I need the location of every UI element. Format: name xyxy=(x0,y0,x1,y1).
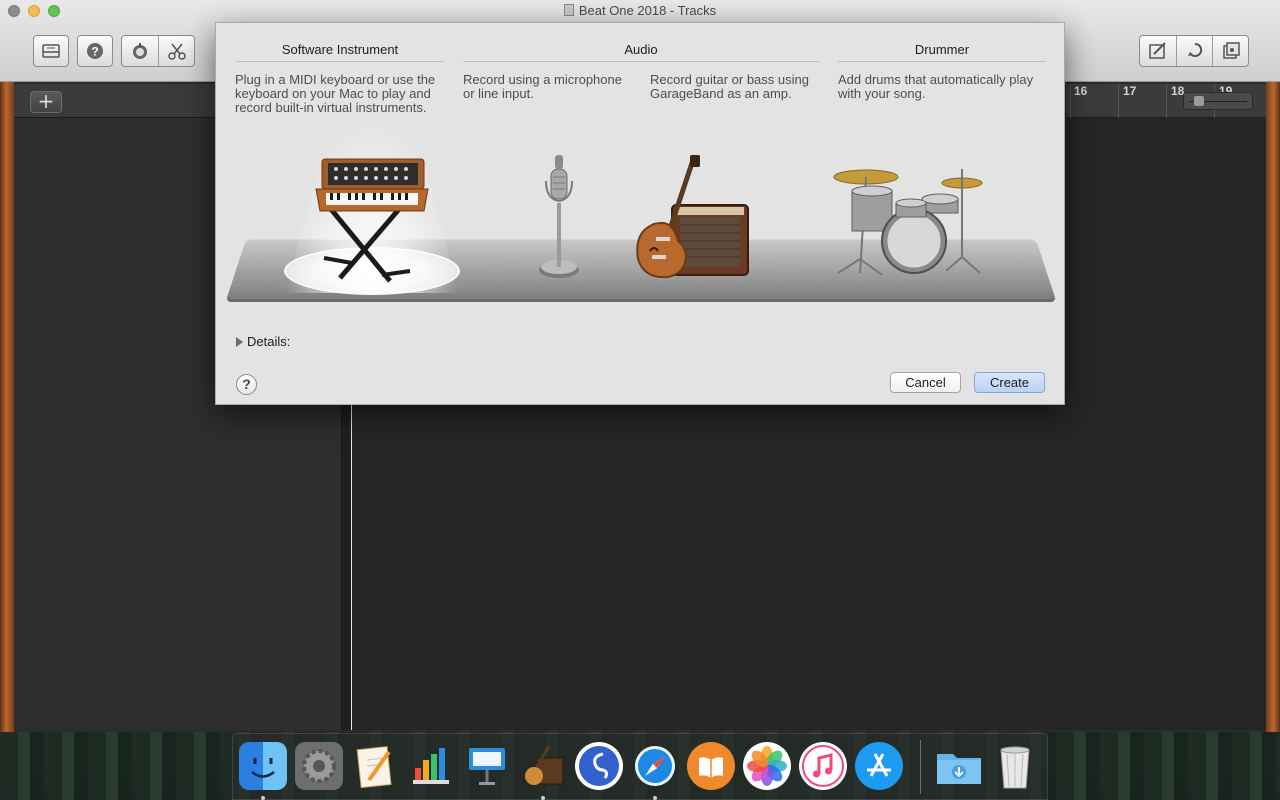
dock-itunes[interactable] xyxy=(799,742,847,790)
notepad-icon xyxy=(1149,42,1166,59)
running-indicator xyxy=(261,796,265,800)
keynote-icon xyxy=(469,748,505,785)
add-track-button[interactable]: + xyxy=(30,91,62,113)
dock-safari[interactable] xyxy=(631,742,679,790)
ruler-tick xyxy=(1166,84,1167,118)
library-icon xyxy=(42,44,60,58)
dock xyxy=(232,733,1048,800)
gear-icon xyxy=(302,749,336,783)
zoom-slider[interactable] xyxy=(1183,92,1253,110)
editors-button[interactable] xyxy=(158,36,194,66)
control-group xyxy=(121,35,195,67)
dock-downloads-folder[interactable] xyxy=(935,742,983,790)
disclosure-triangle-icon xyxy=(236,336,243,347)
playhead[interactable] xyxy=(351,400,352,730)
dock-numbers[interactable] xyxy=(407,742,455,790)
numbers-icon xyxy=(413,748,449,784)
dock-app-store[interactable] xyxy=(855,742,903,790)
column-divider xyxy=(236,61,444,62)
scissors-icon xyxy=(167,43,186,60)
loop-icon xyxy=(1187,42,1202,57)
right-control-group xyxy=(1139,35,1249,67)
cancel-button[interactable]: Cancel xyxy=(890,372,961,393)
safari-icon xyxy=(635,746,675,786)
drummer-heading: Drummer xyxy=(914,42,970,57)
photos-icon xyxy=(747,746,787,786)
dock-pages[interactable] xyxy=(351,742,399,790)
finder-icon xyxy=(251,758,275,778)
software-instrument-description: Plug in a MIDI keyboard or use the keybo… xyxy=(235,72,436,115)
library-button[interactable] xyxy=(33,35,69,67)
document-icon xyxy=(563,4,574,16)
drum-kit-icon xyxy=(833,169,983,276)
dock-photos[interactable] xyxy=(743,742,791,790)
dock-system-preferences[interactable] xyxy=(295,742,343,790)
dock-garageband[interactable] xyxy=(519,742,567,790)
software-instrument-heading: Software Instrument xyxy=(281,42,399,57)
downloads-folder-icon xyxy=(937,754,981,784)
audio-heading: Audio xyxy=(624,42,658,57)
column-divider xyxy=(463,61,819,62)
ruler-tick xyxy=(1118,84,1119,118)
dock-keynote[interactable] xyxy=(463,742,511,790)
help-toolbar-button[interactable]: ? xyxy=(77,35,113,67)
microphone-option[interactable] xyxy=(534,153,584,288)
running-indicator xyxy=(541,796,545,800)
window-title: Beat One 2018 - Tracks xyxy=(578,3,717,18)
ruler-bar-17: 17 xyxy=(1123,84,1137,98)
software-instrument-option[interactable] xyxy=(312,153,432,293)
loop-browser-button[interactable] xyxy=(1176,36,1212,66)
guitar-amp-option[interactable] xyxy=(632,155,752,290)
ruler-bar-16: 16 xyxy=(1074,84,1088,98)
note-pad-button[interactable] xyxy=(1140,36,1176,66)
itunes-icon xyxy=(802,745,844,787)
pages-icon xyxy=(356,746,392,788)
smart-controls-button[interactable] xyxy=(122,36,158,66)
column-divider xyxy=(838,61,1046,62)
media-browser-button[interactable] xyxy=(1212,36,1248,66)
dialog-help-button[interactable]: ? xyxy=(236,374,257,395)
svg-text:?: ? xyxy=(91,45,98,59)
ruler-tick xyxy=(1070,84,1071,118)
guitar-amp-icon xyxy=(636,155,749,279)
dock-trash[interactable] xyxy=(991,742,1039,790)
dock-ibooks[interactable] xyxy=(687,742,735,790)
app-store-icon xyxy=(867,753,891,777)
smart-controls-icon xyxy=(133,43,147,59)
guitar-description: Record guitar or bass using GarageBand a… xyxy=(650,72,809,101)
help-icon: ? xyxy=(87,43,103,59)
new-track-sheet: Software Instrument Audio Drummer Plug i… xyxy=(215,22,1065,405)
dock-separator xyxy=(920,740,921,794)
drummer-option[interactable] xyxy=(830,161,990,286)
zoom-slider-knob[interactable] xyxy=(1194,96,1204,106)
trash-icon xyxy=(1000,746,1030,789)
microphone-description: Record using a microphone or line input. xyxy=(463,72,622,101)
simplenote-icon xyxy=(579,746,619,786)
drummer-description: Add drums that automatically play with y… xyxy=(838,72,1034,101)
right-wood-panel xyxy=(1266,82,1280,732)
dock-simplenote[interactable] xyxy=(575,742,623,790)
synth-keyboard-icon xyxy=(315,158,429,283)
media-icon xyxy=(1222,42,1240,59)
ibooks-icon xyxy=(699,757,723,778)
create-button[interactable]: Create xyxy=(974,372,1045,393)
left-wood-panel xyxy=(0,82,14,732)
dock-finder[interactable] xyxy=(239,742,287,790)
microphone-icon xyxy=(539,155,579,278)
garageband-icon xyxy=(525,745,564,785)
details-disclosure[interactable]: Details: xyxy=(236,334,290,349)
window-title-wrap: Beat One 2018 - Tracks xyxy=(0,3,1280,18)
details-label: Details: xyxy=(247,334,291,349)
running-indicator xyxy=(653,796,657,800)
